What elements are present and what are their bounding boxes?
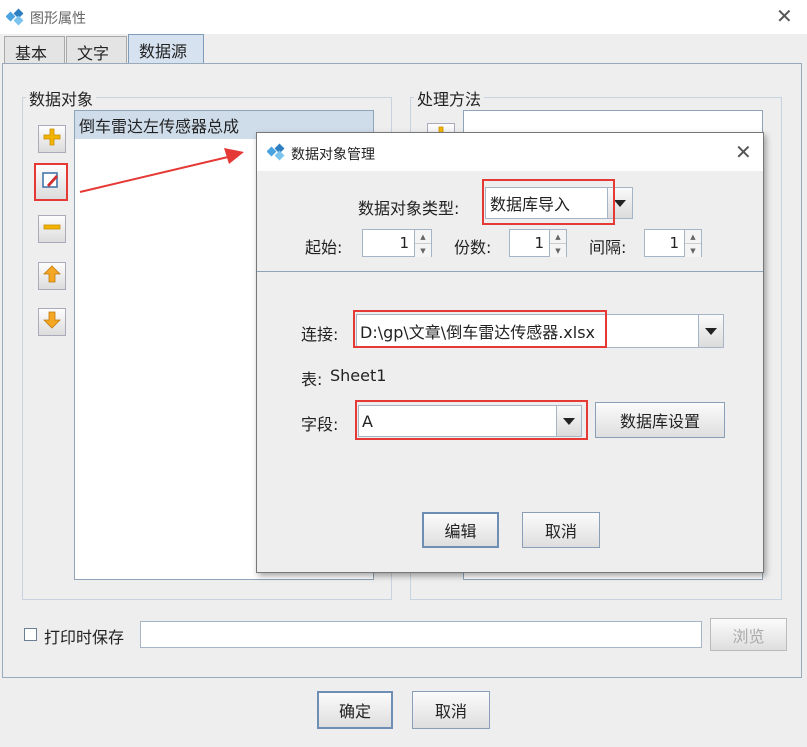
- spin-up-icon[interactable]: ▲: [550, 230, 566, 244]
- start-value: 1: [399, 234, 409, 252]
- dialog-separator: [257, 271, 763, 272]
- spin-up-icon[interactable]: ▲: [685, 230, 701, 244]
- spin-down-icon[interactable]: ▼: [415, 244, 431, 257]
- start-spinner[interactable]: 1 ▲ ▼: [362, 229, 432, 257]
- chevron-down-icon[interactable]: [698, 315, 723, 347]
- edit-button[interactable]: 编辑: [422, 512, 499, 548]
- dialog-app-icon: [266, 143, 285, 161]
- interval-value: 1: [669, 234, 679, 252]
- copies-spinner[interactable]: 1 ▲ ▼: [509, 229, 567, 257]
- table-value: Sheet1: [330, 366, 387, 385]
- highlight-type: [482, 179, 615, 225]
- data-object-dialog: 数据对象管理 ✕ 数据对象类型: 数据库导入 起始: 1 ▲ ▼ 份数: 1 ▲ ▼…: [256, 132, 764, 573]
- dialog-close-icon[interactable]: ✕: [735, 142, 752, 162]
- start-label: 起始:: [305, 238, 343, 257]
- spin-down-icon[interactable]: ▼: [550, 244, 566, 257]
- table-label: 表:: [301, 370, 323, 389]
- dialog-cancel-button[interactable]: 取消: [522, 512, 600, 548]
- highlight-connection: [353, 310, 607, 348]
- highlight-field: [355, 400, 588, 440]
- copies-value: 1: [534, 234, 544, 252]
- interval-spinner[interactable]: 1 ▲ ▼: [644, 229, 702, 257]
- db-settings-button[interactable]: 数据库设置: [595, 402, 725, 438]
- dialog-title: 数据对象管理: [291, 147, 375, 163]
- field-label: 字段:: [301, 415, 339, 434]
- interval-label: 间隔:: [589, 238, 627, 257]
- connection-label: 连接:: [301, 325, 339, 344]
- spin-down-icon[interactable]: ▼: [685, 244, 701, 257]
- dialog-titlebar: 数据对象管理 ✕: [257, 133, 763, 171]
- type-label: 数据对象类型:: [358, 199, 460, 218]
- copies-label: 份数:: [454, 238, 492, 257]
- spin-up-icon[interactable]: ▲: [415, 230, 431, 244]
